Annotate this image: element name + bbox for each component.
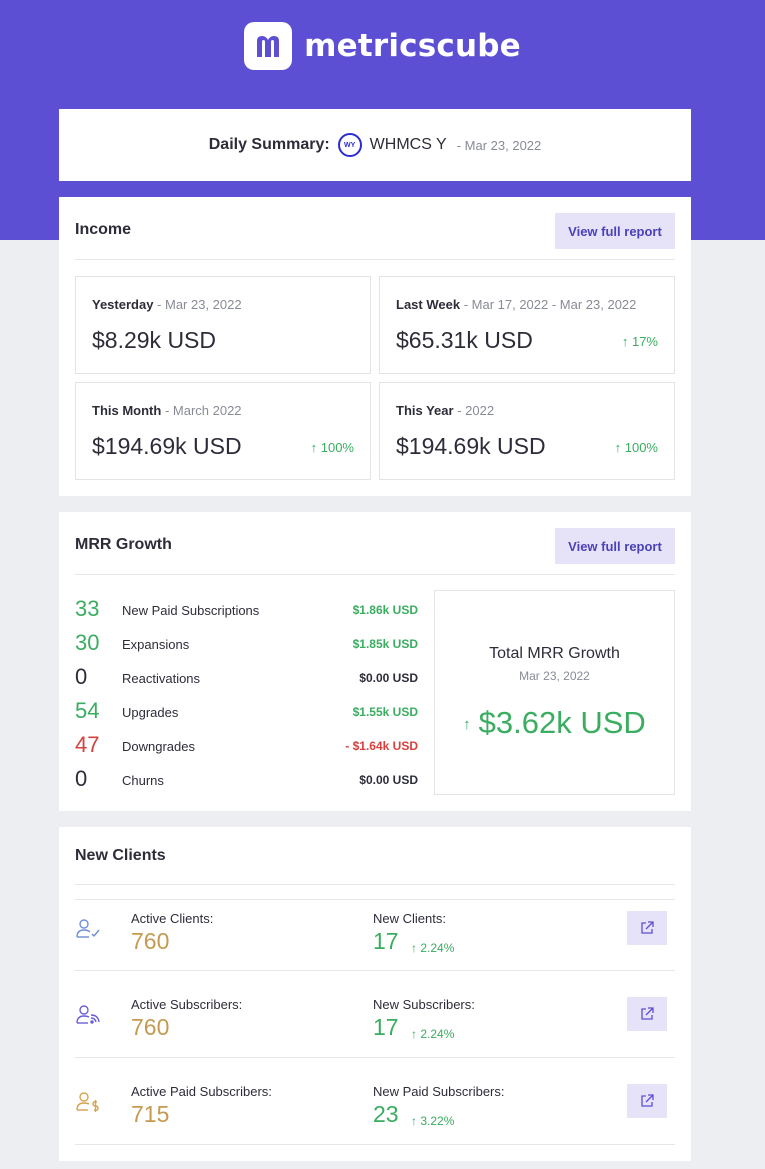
mrr-header: MRR Growth View full report [75,528,675,575]
external-link-icon [641,1007,654,1020]
active-paid-subscribers-value: 715 [131,1101,170,1127]
income-this-month-box: This Month - March 2022 $194.69k USD ↑ 1… [75,382,371,480]
income-box-period: - Mar 17, 2022 - Mar 23, 2022 [460,297,637,312]
active-clients-label: Active Clients: [131,911,214,926]
clients-row-active-paid-subscribers: Active Paid Subscribers: 715 New Paid Su… [75,1058,675,1145]
income-title: Income [75,221,132,238]
income-box-label: Yesterday [92,297,154,312]
external-link-icon [641,921,654,934]
user-check-icon [75,917,101,941]
income-this-year-box: This Year - 2022 $194.69k USD ↑ 100% [379,382,675,480]
active-subscribers-value: 760 [131,1014,170,1040]
new-clients-label: New Clients: [373,911,446,926]
logo-mark-icon [244,22,293,70]
daily-summary-card: Daily Summary: WY WHMCS Y - Mar 23, 2022 [59,109,691,181]
income-card: Income View full report Yesterday - Mar … [59,197,691,496]
clients-title: New Clients [75,847,166,864]
income-box-label: This Month [92,403,162,418]
income-last-week-box: Last Week - Mar 17, 2022 - Mar 23, 2022 … [379,276,675,374]
clients-row-active-clients: Active Clients: 760 New Clients: 17 ↑ 2.… [75,884,675,971]
income-box-change: ↑ 100% [614,440,658,455]
total-mrr-value: ↑ $3.62k USD [435,705,674,741]
income-box-value: $65.31k USD [396,327,533,353]
mrr-row-count: 47 [75,732,100,757]
total-mrr-date: Mar 23, 2022 [519,669,590,683]
mrr-row-name: Expansions [122,637,190,652]
open-external-link-button[interactable] [627,911,667,945]
mrr-row-upgrades: 54 Upgrades $1.55k USD [75,694,418,728]
mrr-title: MRR Growth [75,536,172,553]
open-external-link-button[interactable] [627,1084,667,1118]
new-subscribers-value: 17 [373,1014,399,1040]
brand-logo: metricscube [0,22,765,70]
income-box-heading: This Month - March 2022 [92,403,242,418]
income-header: Income View full report [75,213,675,260]
new-paid-subscribers-label: New Paid Subscribers: [373,1084,505,1099]
company-badge-icon: WY [337,133,362,157]
summary-label: Daily Summary: [208,136,330,153]
user-subscribe-icon [75,1003,101,1027]
summary-date: - Mar 23, 2022 [456,137,542,153]
income-view-full-report-button[interactable]: View full report [555,213,675,249]
mrr-row-amount: - $1.64k USD [345,739,418,753]
new-clients-value: 17 [373,928,399,954]
new-clients-card: New Clients Active Clients: 760 New Clie… [59,827,691,1161]
company-name: WHMCS Y [369,136,447,153]
income-box-heading: Last Week - Mar 17, 2022 - Mar 23, 2022 [396,297,636,312]
income-box-value: $194.69k USD [396,433,546,459]
mrr-row-churns: 0 Churns $0.00 USD [75,762,418,796]
new-subscribers-label: New Subscribers: [373,997,475,1012]
total-mrr-growth-box: Total MRR Growth Mar 23, 2022 ↑ $3.62k US… [434,590,675,795]
mrr-row-amount: $1.55k USD [352,705,418,719]
income-box-period: - March 2022 [161,403,242,418]
income-yesterday-box: Yesterday - Mar 23, 2022 $8.29k USD [75,276,371,374]
mrr-row-count: 0 [75,766,88,791]
new-clients-change: ↑ 2.24% [411,941,455,955]
income-box-change: ↑ 17% [621,334,658,349]
external-link-icon [641,1094,654,1107]
mrr-row-new-paid-subscriptions: 33 New Paid Subscriptions $1.86k USD [75,592,418,626]
mrr-row-count: 0 [75,664,88,689]
new-paid-subscribers-change: ↑ 3.22% [411,1114,455,1128]
mrr-row-name: Reactivations [122,671,201,686]
clients-row-active-subscribers: Active Subscribers: 760 New Subscribers:… [75,971,675,1058]
user-dollar-icon [75,1090,101,1114]
income-box-label: This Year [396,403,454,418]
mrr-row-amount: $1.86k USD [352,603,418,617]
mrr-view-full-report-button[interactable]: View full report [555,528,675,564]
new-paid-subscribers-value: 23 [373,1101,399,1127]
mrr-row-amount: $1.85k USD [352,637,418,651]
mrr-row-count: 54 [75,698,100,723]
income-box-period: - 2022 [453,403,495,418]
brand-name: metricscube [304,28,521,64]
income-box-period: - Mar 23, 2022 [153,297,242,312]
income-box-change: ↑ 100% [310,440,354,455]
active-paid-subscribers-label: Active Paid Subscribers: [131,1084,272,1099]
total-mrr-amount: $3.62k USD [478,705,646,740]
open-external-link-button[interactable] [627,997,667,1031]
active-clients-value: 760 [131,928,170,954]
mrr-row-amount: $0.00 USD [359,671,418,685]
new-subscribers-change: ↑ 2.24% [411,1027,455,1041]
mrr-row-name: New Paid Subscriptions [122,603,260,618]
active-subscribers-label: Active Subscribers: [131,997,243,1012]
income-box-heading: This Year - 2022 [396,403,494,418]
mrr-row-amount: $0.00 USD [359,773,418,787]
mrr-row-reactivations: 0 Reactivations $0.00 USD [75,660,418,694]
mrr-row-name: Upgrades [122,705,179,720]
income-box-value: $194.69k USD [92,433,242,459]
mrr-row-count: 30 [75,630,100,655]
mrr-row-expansions: 30 Expansions $1.85k USD [75,626,418,660]
income-box-heading: Yesterday - Mar 23, 2022 [92,297,242,312]
mrr-row-count: 33 [75,596,100,621]
mrr-growth-card: MRR Growth View full report 33 New Paid … [59,512,691,811]
income-box-value: $8.29k USD [92,327,217,353]
mrr-row-downgrades: 47 Downgrades - $1.64k USD [75,728,418,762]
mrr-row-name: Downgrades [122,739,195,754]
mrr-row-name: Churns [122,773,164,788]
total-mrr-title: Total MRR Growth [489,645,620,662]
arrow-up-icon: ↑ [463,716,471,734]
income-box-label: Last Week [396,297,461,312]
